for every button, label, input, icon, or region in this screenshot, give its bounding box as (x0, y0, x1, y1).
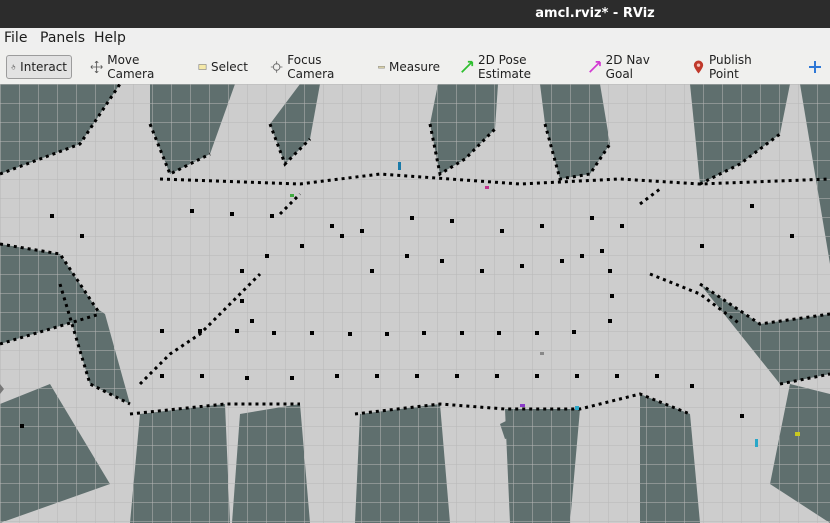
publish-point-tool-button[interactable]: Publish Point (688, 53, 784, 81)
menu-panels[interactable]: Panels (40, 30, 85, 46)
pose-estimate-tool-label: 2D Pose Estimate (477, 53, 531, 81)
menu-file[interactable]: File (4, 30, 27, 46)
3d-render-viewport[interactable] (0, 84, 830, 523)
nav-goal-tool-button[interactable]: 2D Nav Goal (584, 53, 674, 81)
green-arrow-icon (461, 60, 474, 73)
select-tool-button[interactable]: Select (194, 55, 252, 79)
move-camera-icon (90, 60, 103, 74)
grid-overlay (0, 84, 830, 523)
select-box-icon (198, 64, 207, 70)
map-pin-icon (693, 60, 704, 74)
interact-tool-button[interactable]: Interact (6, 55, 72, 79)
tool-bar: Interact Move Camera Select Focus Camera… (0, 50, 830, 85)
hand-pointer-icon (11, 64, 16, 70)
move-camera-tool-label: Move Camera (107, 53, 155, 81)
occupancy-map (0, 84, 830, 523)
add-tool-button[interactable] (804, 55, 826, 79)
menu-bar: File Panels Help (0, 28, 830, 50)
select-tool-label: Select (210, 60, 248, 74)
publish-point-tool-label: Publish Point (709, 53, 752, 81)
window-titlebar: amcl.rviz* - RViz (0, 0, 830, 28)
focus-camera-tool-label: Focus Camera (287, 53, 335, 81)
nav-goal-tool-label: 2D Nav Goal (605, 53, 650, 81)
measure-tool-button[interactable]: Measure (374, 55, 444, 79)
menu-help[interactable]: Help (94, 30, 126, 46)
focus-target-icon (270, 61, 283, 73)
magenta-arrow-icon (589, 61, 601, 73)
window-title: amcl.rviz* - RViz (535, 6, 655, 21)
plus-icon (809, 61, 821, 73)
interact-tool-label: Interact (20, 60, 67, 74)
ruler-icon (378, 66, 385, 69)
move-camera-tool-button[interactable]: Move Camera (86, 53, 180, 81)
focus-camera-tool-button[interactable]: Focus Camera (266, 53, 362, 81)
panel-collapse-handle[interactable] (0, 379, 4, 394)
measure-tool-label: Measure (389, 60, 440, 74)
pose-estimate-tool-button[interactable]: 2D Pose Estimate (456, 53, 574, 81)
